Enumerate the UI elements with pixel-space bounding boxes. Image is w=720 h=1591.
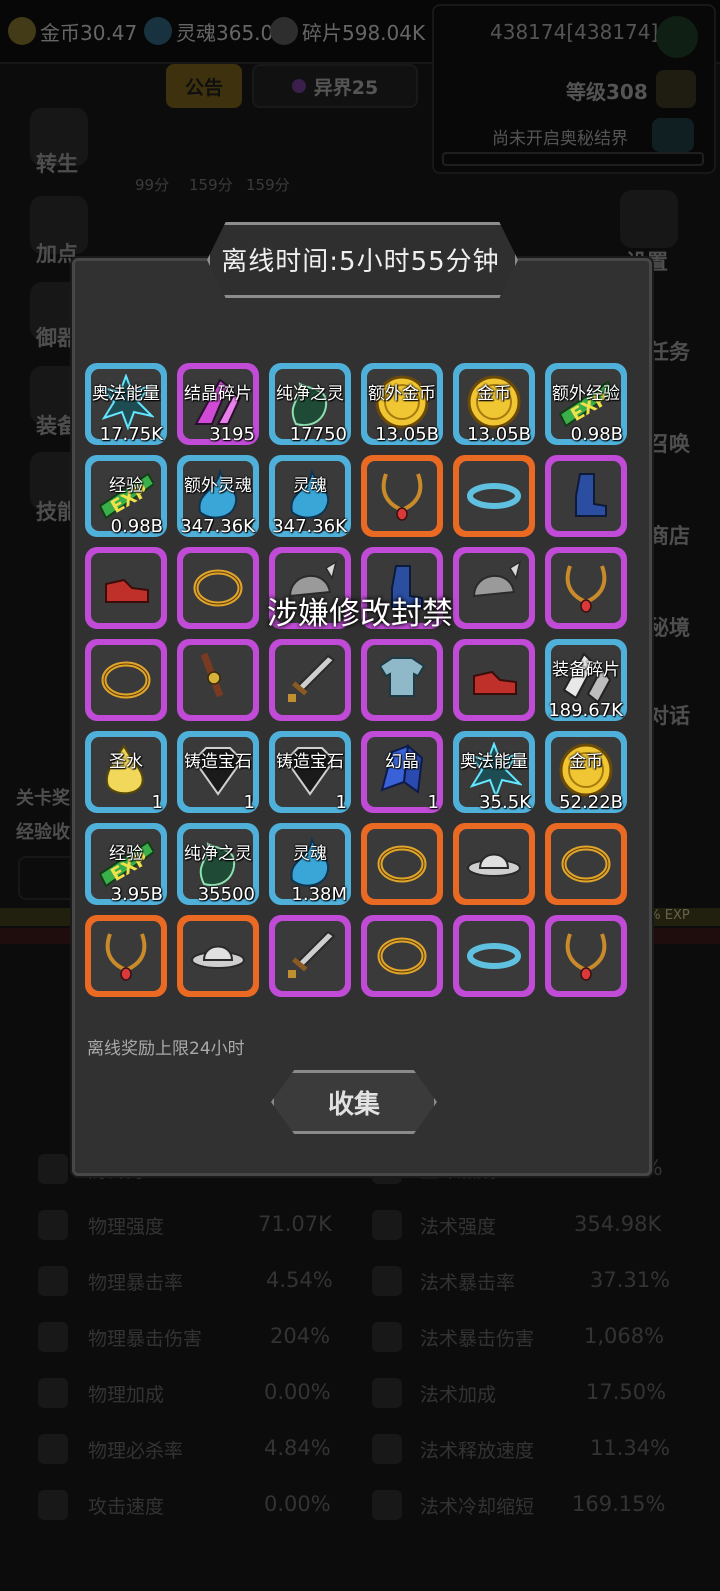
reward-slot[interactable] — [453, 915, 535, 997]
ring-icon — [373, 833, 431, 891]
reward-count: 347.36K — [180, 516, 255, 537]
reward-grid[interactable]: 奥法能量 17.75K 结晶碎片 3195 纯净之灵 17750 额外金币 13.05B 金币 1… — [82, 362, 642, 1003]
reward-count: 1 — [151, 792, 163, 813]
reward-slot[interactable] — [269, 915, 351, 997]
necklace-icon — [557, 925, 615, 983]
reward-slot[interactable]: 灵魂 347.36K — [269, 455, 351, 537]
ban-toast: 涉嫌修改封禁 — [267, 596, 453, 632]
reward-slot[interactable] — [177, 915, 259, 997]
reward-slot[interactable]: 结晶碎片 3195 — [177, 363, 259, 445]
reward-slot[interactable]: 幻晶 1 — [361, 731, 443, 813]
reward-slot[interactable]: 纯净之灵 35500 — [177, 823, 259, 905]
reward-name: 金币 — [477, 384, 511, 404]
reward-slot[interactable]: 装备碎片 189.67K — [545, 639, 627, 721]
bracelet-icon — [465, 465, 523, 523]
reward-count: 13.05B — [467, 424, 531, 445]
reward-count: 347.36K — [272, 516, 347, 537]
reward-count: 1 — [335, 792, 347, 813]
offline-limit-text: 离线奖励上限24小时 — [87, 1039, 245, 1059]
reward-slot[interactable] — [85, 915, 167, 997]
ring-icon — [97, 649, 155, 707]
reward-count: 1.38M — [291, 884, 347, 905]
reward-slot[interactable]: 奥法能量 17.75K — [85, 363, 167, 445]
reward-name: 经验 — [109, 476, 143, 496]
collect-button-label: 收集 — [327, 1089, 380, 1120]
reward-name: 额外灵魂 — [184, 476, 252, 496]
reward-count: 0.98B — [110, 516, 163, 537]
reward-name: 铸造宝石 — [276, 752, 344, 772]
reward-count: 1 — [427, 792, 439, 813]
reward-name: 结晶碎片 — [184, 384, 252, 404]
reward-name: 灵魂 — [293, 844, 327, 864]
reward-slot[interactable] — [453, 639, 535, 721]
sword-icon — [281, 925, 339, 983]
necklace-icon — [373, 465, 431, 523]
armor-icon — [373, 649, 431, 707]
reward-slot[interactable]: 奥法能量 35.5K — [453, 731, 535, 813]
boot-red-icon — [465, 649, 523, 707]
reward-slot[interactable] — [269, 639, 351, 721]
reward-name: 圣水 — [109, 752, 143, 772]
reward-count: 52.22B — [559, 792, 623, 813]
reward-name: 经验 — [109, 844, 143, 864]
reward-name: 额外经验 — [552, 384, 620, 404]
reward-slot[interactable]: 金币 52.22B — [545, 731, 627, 813]
dialog-title: 离线时间:5小时55分钟 — [221, 246, 500, 277]
reward-name: 纯净之灵 — [184, 844, 252, 864]
reward-name: 铸造宝石 — [184, 752, 252, 772]
reward-slot[interactable]: 灵魂 1.38M — [269, 823, 351, 905]
collect-button[interactable]: 收集 — [271, 1070, 437, 1134]
belt-icon — [189, 649, 247, 707]
reward-slot[interactable] — [361, 639, 443, 721]
reward-name: 装备碎片 — [552, 660, 620, 680]
reward-name: 金币 — [569, 752, 603, 772]
reward-slot[interactable]: 金币 13.05B — [453, 363, 535, 445]
reward-slot[interactable] — [545, 823, 627, 905]
sword-icon — [281, 649, 339, 707]
reward-slot[interactable] — [545, 915, 627, 997]
necklace-icon — [97, 925, 155, 983]
ring-icon — [557, 833, 615, 891]
reward-slot[interactable]: 铸造宝石 1 — [269, 731, 351, 813]
reward-slot[interactable] — [361, 915, 443, 997]
reward-count: 35500 — [197, 884, 255, 905]
reward-count: 3195 — [209, 424, 255, 445]
reward-slot[interactable]: 额外灵魂 347.36K — [177, 455, 259, 537]
hat-icon — [465, 833, 523, 891]
reward-slot[interactable] — [453, 455, 535, 537]
reward-slot[interactable] — [85, 639, 167, 721]
reward-count: 189.67K — [548, 700, 623, 721]
reward-slot[interactable] — [545, 455, 627, 537]
reward-name: 幻晶 — [385, 752, 419, 772]
reward-name: 奥法能量 — [92, 384, 160, 404]
reward-name: 纯净之灵 — [276, 384, 344, 404]
boot-blue-icon — [557, 465, 615, 523]
reward-slot[interactable] — [177, 639, 259, 721]
reward-slot[interactable]: 纯净之灵 17750 — [269, 363, 351, 445]
reward-slot[interactable] — [361, 455, 443, 537]
hat-icon — [189, 925, 247, 983]
reward-count: 13.05B — [375, 424, 439, 445]
reward-count: 17.75K — [99, 424, 163, 445]
reward-slot[interactable]: EXP 经验 3.95B — [85, 823, 167, 905]
bracelet-icon — [465, 925, 523, 983]
reward-count: 1 — [243, 792, 255, 813]
reward-slot[interactable] — [453, 823, 535, 905]
reward-count: 0.98B — [570, 424, 623, 445]
reward-name: 额外金币 — [368, 384, 436, 404]
dialog-title-plate: 离线时间:5小时55分钟 — [193, 214, 528, 304]
reward-count: 35.5K — [479, 792, 531, 813]
reward-slot[interactable]: EXP 经验 0.98B — [85, 455, 167, 537]
reward-slot[interactable]: EXP 额外经验 0.98B — [545, 363, 627, 445]
ring-icon — [373, 925, 431, 983]
reward-slot[interactable]: 圣水 1 — [85, 731, 167, 813]
reward-name: 灵魂 — [293, 476, 327, 496]
reward-count: 3.95B — [110, 884, 163, 905]
reward-slot[interactable]: 额外金币 13.05B — [361, 363, 443, 445]
reward-slot[interactable]: 铸造宝石 1 — [177, 731, 259, 813]
reward-name: 奥法能量 — [460, 752, 528, 772]
reward-count: 17750 — [289, 424, 347, 445]
reward-slot[interactable] — [361, 823, 443, 905]
